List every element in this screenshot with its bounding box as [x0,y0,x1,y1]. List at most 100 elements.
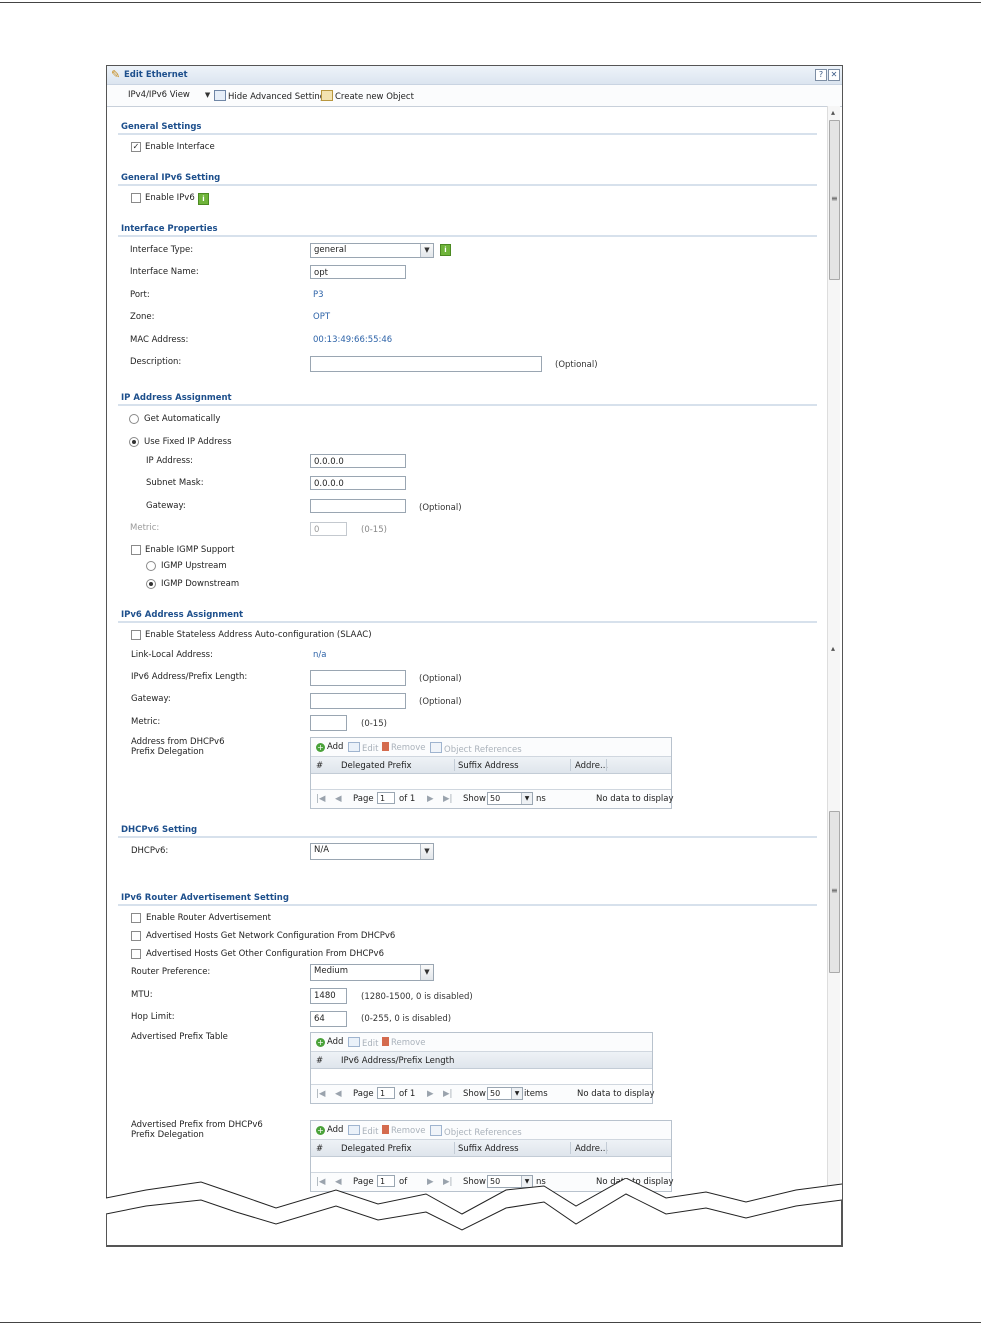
description-input[interactable] [310,356,542,372]
hop-limit-label: Hop Limit: [131,1012,175,1022]
first-page-icon[interactable]: |◀ [316,794,325,804]
enable-ipv6-checkbox[interactable] [131,193,141,203]
hop-limit-range-hint: (0-255, 0 is disabled) [361,1014,452,1024]
table-pager: |◀ ◀ Page 1 of 1 ▶ ▶| Show 50 ▼ ns No dat… [311,789,674,808]
col-index[interactable]: # [316,1056,323,1066]
interface-type-value: general [314,245,347,255]
igmp-upstream-radio[interactable] [146,561,156,571]
igmp-downstream-radio[interactable] [146,579,156,589]
mtu-label: MTU: [131,990,153,1000]
remove-button[interactable]: Remove [382,742,426,753]
description-optional-hint: (Optional) [555,360,598,370]
remove-label: Remove [391,1038,426,1048]
col-suffix-address[interactable]: Suffix Address [458,1144,519,1154]
info-icon[interactable]: i [198,193,209,205]
col-address[interactable]: Addre... [575,1144,608,1154]
col-suffix-address[interactable]: Suffix Address [458,761,519,771]
col-delegated-prefix[interactable]: Delegated Prefix [341,1144,412,1154]
object-references-icon [430,1125,442,1136]
scroll-up-icon[interactable]: ▴ [831,644,835,653]
last-page-icon[interactable]: ▶| [443,794,452,804]
ipv6-prefix-optional-hint: (Optional) [419,674,462,684]
create-object-button[interactable]: Create new Object [321,90,414,102]
add-button[interactable]: + Add [316,1125,343,1135]
page-number-input[interactable]: 1 [377,792,395,804]
mac-address-value: 00:13:49:66:55:46 [313,335,393,345]
enable-igmp-checkbox[interactable] [131,545,141,555]
object-references-button[interactable]: Object References [430,742,522,755]
dhcpv6-select[interactable]: N/A ▼ [310,843,434,860]
router-preference-select[interactable]: Medium ▼ [310,964,434,981]
trash-icon [382,1037,389,1046]
add-button[interactable]: + Add [316,742,343,752]
remove-label: Remove [391,1126,426,1136]
edit-button[interactable]: Edit [348,1037,378,1049]
items-label: items [524,1089,548,1099]
add-label: Add [327,1125,344,1135]
chevron-down-icon: ▼ [420,844,433,859]
slaac-checkbox[interactable] [131,630,141,640]
interface-name-input[interactable]: opt [310,265,406,279]
help-button[interactable]: ? [815,69,827,81]
col-address[interactable]: Addre... [575,761,608,771]
enable-router-advertisement-checkbox[interactable] [131,913,141,923]
prev-page-icon[interactable]: ◀ [335,794,342,804]
page-size-select[interactable]: 50 ▼ [487,792,533,805]
use-fixed-ip-radio[interactable] [129,437,139,447]
subnet-mask-input[interactable]: 0.0.0.0 [310,476,406,490]
view-selector[interactable]: IPv4/IPv6 View ▼ [128,90,210,100]
col-delegated-prefix[interactable]: Delegated Prefix [341,761,412,771]
table-header: # IPv6 Address/Prefix Length [311,1052,652,1069]
col-ipv6-prefix-length[interactable]: IPv6 Address/Prefix Length [341,1056,454,1066]
edit-label: Edit [362,1039,379,1049]
page-count: of 1 [399,1089,416,1099]
grip-icon: ≡ [831,886,838,895]
zone-value: OPT [313,312,331,322]
hop-limit-input[interactable]: 64 [310,1011,347,1027]
ipv6-prefix-input[interactable] [310,670,406,686]
ipv6-gateway-input[interactable] [310,693,406,709]
last-page-icon[interactable]: ▶| [443,1089,452,1099]
first-page-icon[interactable]: |◀ [316,1089,325,1099]
network-config-checkbox[interactable] [131,931,141,941]
interface-type-select[interactable]: general ▼ [310,243,434,258]
router-preference-label: Router Preference: [131,967,211,977]
hide-advanced-button[interactable]: Hide Advanced Settings [214,90,330,102]
section-router-advertisement: IPv6 Router Advertisement Setting [121,893,289,903]
get-automatically-radio[interactable] [129,414,139,424]
view-label: IPv4/IPv6 View [128,90,190,100]
info-icon[interactable]: i [440,244,451,256]
next-page-icon[interactable]: ▶ [427,794,434,804]
enable-interface-checkbox[interactable]: ✓ [131,142,141,152]
edit-button[interactable]: Edit [348,742,378,754]
object-references-button[interactable]: Object References [430,1125,522,1138]
ip-address-input[interactable]: 0.0.0.0 [310,454,406,468]
other-config-checkbox[interactable] [131,949,141,959]
edit-icon [348,1125,360,1135]
next-page-icon[interactable]: ▶ [427,1089,434,1099]
enable-ipv6-label: Enable IPv6 [145,193,195,203]
page-size-select[interactable]: 50 ▼ [487,1087,523,1100]
section-divider [118,133,817,135]
add-button[interactable]: + Add [316,1037,343,1047]
prev-page-icon[interactable]: ◀ [335,1089,342,1099]
col-index[interactable]: # [316,761,323,771]
object-references-label: Object References [444,1128,522,1138]
page-number-input[interactable]: 1 [377,1087,395,1099]
column-separator [606,1142,607,1154]
remove-button[interactable]: Remove [382,1037,426,1048]
gateway-input[interactable] [310,499,406,513]
section-divider [118,621,817,623]
scroll-up-icon[interactable]: ▴ [831,108,835,117]
add-label: Add [327,742,344,752]
mtu-input[interactable]: 1480 [310,988,347,1004]
remove-button[interactable]: Remove [382,1125,426,1136]
metric-input[interactable]: 0 [310,522,347,536]
description-label: Description: [130,357,182,367]
close-button[interactable]: ✕ [828,69,840,81]
ipv6-metric-input[interactable] [310,715,347,731]
page-bottom-rule [0,1322,981,1323]
edit-button[interactable]: Edit [348,1125,378,1137]
igmp-upstream-label: IGMP Upstream [161,561,227,571]
col-index[interactable]: # [316,1144,323,1154]
